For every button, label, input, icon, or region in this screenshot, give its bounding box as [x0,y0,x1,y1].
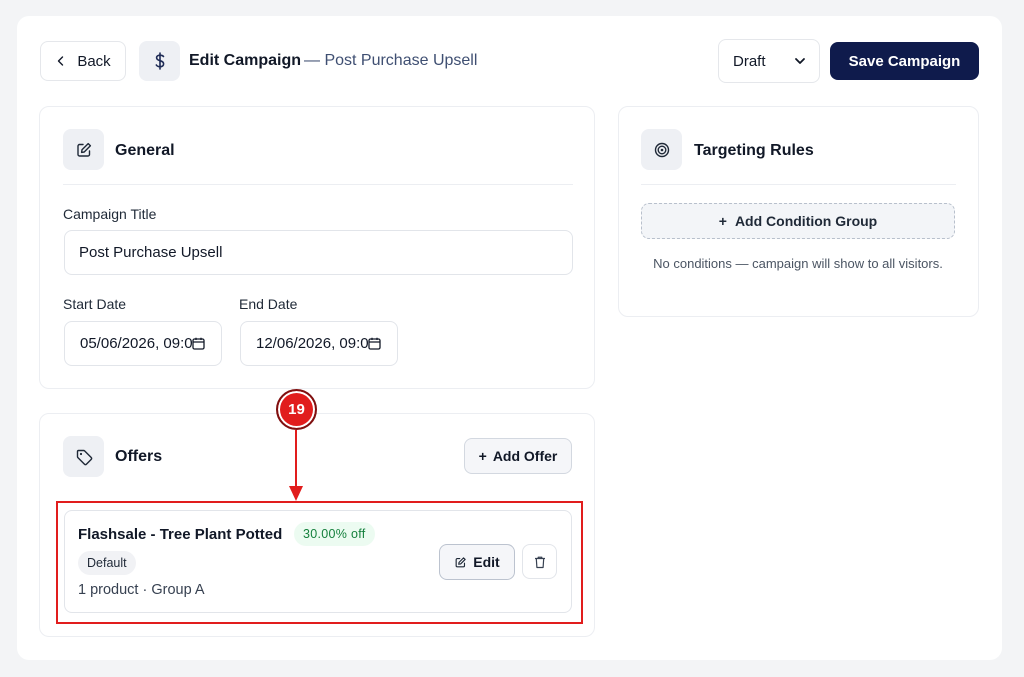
page-subtitle: — Post Purchase Upsell [304,52,478,69]
tag-icon [63,436,104,477]
target-icon [641,129,682,170]
campaign-title-value: Post Purchase Upsell [79,244,223,261]
targeting-title: Targeting Rules [694,142,814,159]
calendar-icon[interactable] [192,337,205,350]
status-select-value: Draft [733,52,766,70]
plus-icon: + [478,448,487,464]
calendar-icon[interactable] [368,337,381,350]
chevron-down-icon [795,58,805,64]
start-date-input[interactable]: 05/06/2026, 09:00 [64,321,222,366]
page-title: Edit Campaign [189,52,302,69]
arrow-down-icon [289,430,303,501]
add-condition-group-button[interactable]: + Add Condition Group [641,203,955,239]
campaign-title-input[interactable]: Post Purchase Upsell [64,230,573,275]
chevron-left-icon [58,56,64,66]
back-button-label: Back [77,52,111,70]
end-date-input[interactable]: 12/06/2026, 09:00 [240,321,398,366]
back-button[interactable]: Back [40,41,126,81]
general-divider [63,184,573,185]
save-campaign-button[interactable]: Save Campaign [830,42,979,80]
targeting-divider [641,184,956,185]
general-title: General [115,142,175,159]
add-offer-button[interactable]: + Add Offer [464,438,572,474]
offers-title: Offers [115,448,163,465]
edit-square-icon [63,129,104,170]
start-date-value: 05/06/2026, 09:00 [80,335,192,352]
plus-icon: + [718,213,727,229]
empty-conditions-note: No conditions — campaign will show to al… [653,256,943,271]
end-date-value: 12/06/2026, 09:00 [256,335,368,352]
add-offer-label: Add Offer [492,448,558,464]
end-date-label: End Date [239,296,298,312]
status-select[interactable]: Draft [718,39,820,83]
step-number-badge: 19 [276,389,317,430]
campaign-title-label: Campaign Title [63,206,157,222]
highlight-box [56,501,583,624]
dollar-icon [139,41,180,81]
start-date-label: Start Date [63,296,127,312]
add-condition-group-label: Add Condition Group [734,213,878,229]
